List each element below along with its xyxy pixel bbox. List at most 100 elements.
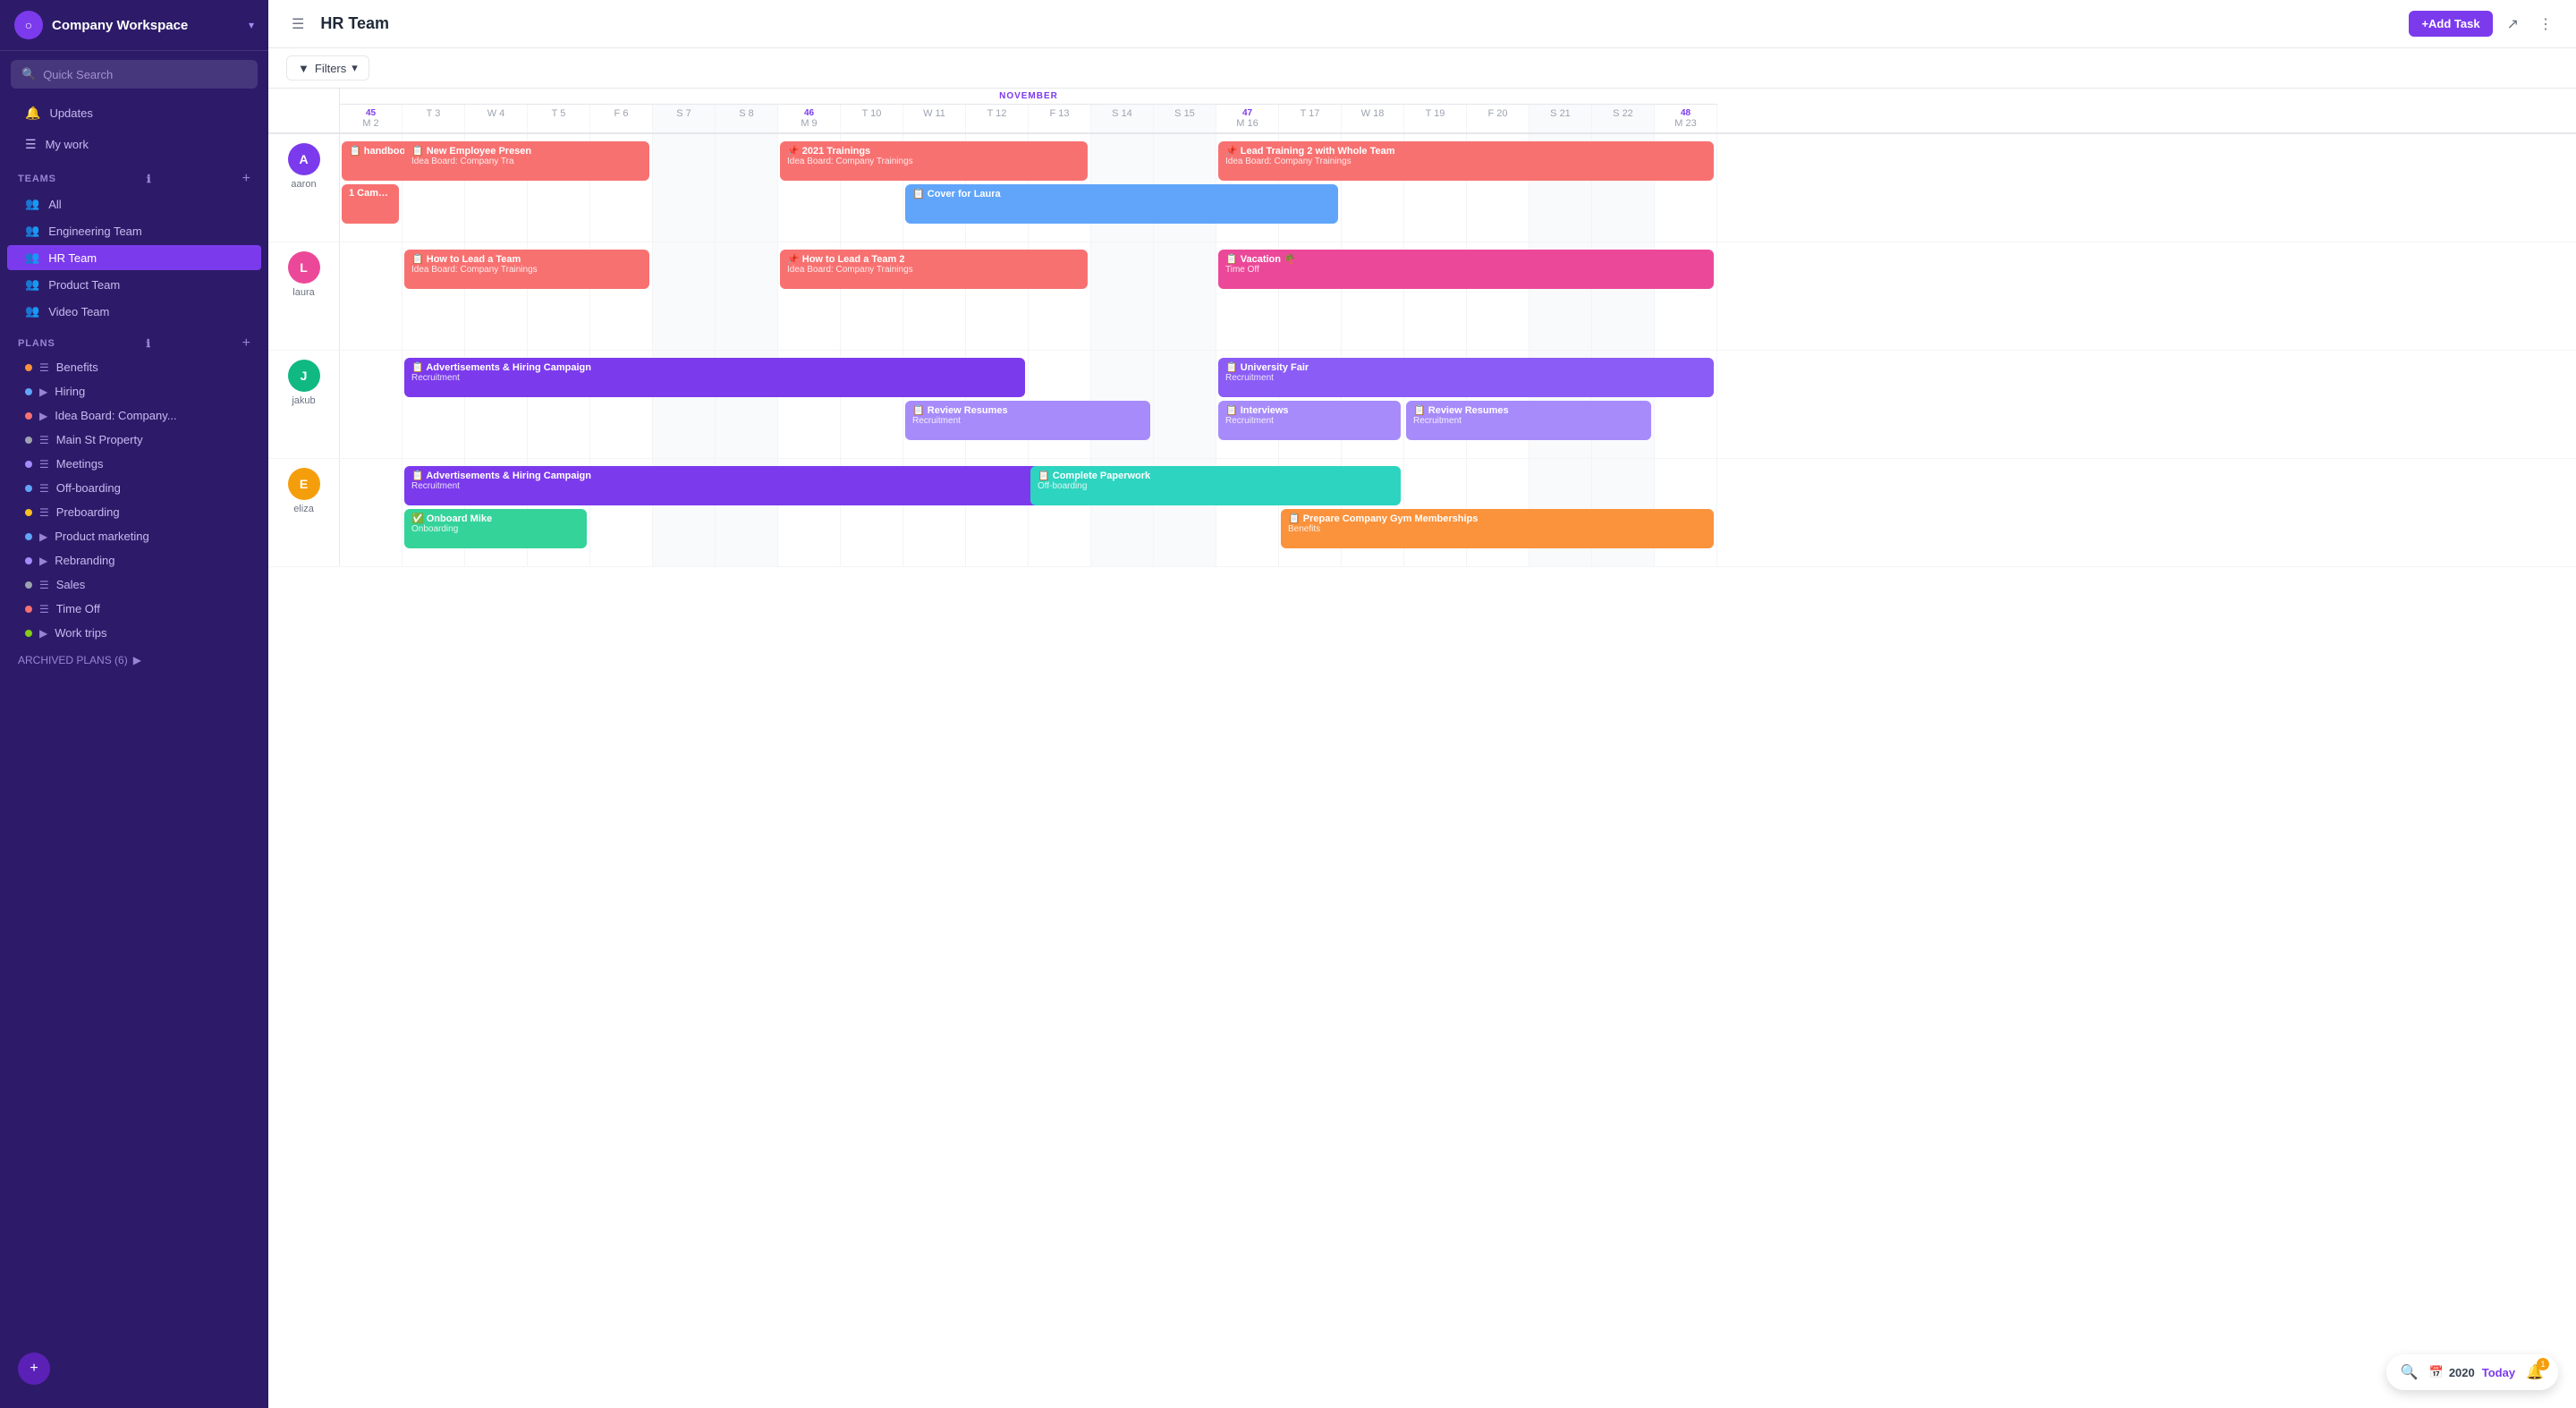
header-left: ☰ HR Team [286, 10, 389, 38]
task-bar[interactable]: 📋 Review ResumesRecruitment [905, 401, 1150, 440]
task-bar[interactable]: 📌 Lead Training 2 with Whole TeamIdea Bo… [1218, 141, 1714, 181]
users-icon: 👥 [25, 250, 39, 265]
task-bar[interactable]: 📌 How to Lead a Team 2Idea Board: Compan… [780, 250, 1088, 289]
add-task-button[interactable]: +Add Task [2409, 11, 2492, 37]
day-cell[interactable] [716, 134, 778, 242]
task-bar[interactable]: 📋 Review ResumesRecruitment [1406, 401, 1651, 440]
plan-lines-icon: ☰ [39, 361, 49, 374]
nav-item-my-work[interactable]: ☰ My work [7, 130, 261, 159]
notification-button[interactable]: 🔔 1 [2522, 1360, 2547, 1385]
plan-off-boarding-label: Off-boarding [56, 481, 121, 495]
plan-arrow-icon: ▶ [39, 555, 47, 567]
plan-rebranding[interactable]: ▶ Rebranding [7, 549, 261, 572]
task-bar[interactable]: 📋 InterviewsRecruitment [1218, 401, 1401, 440]
sidebar: ○ Company Workspace ▾ 🔍 Quick Search 🔔 U… [0, 0, 268, 1408]
today-button[interactable]: Today [2482, 1366, 2515, 1379]
archived-plans[interactable]: ARCHIVED PLANS (6) ▶ [0, 645, 268, 675]
sidebar-item-video[interactable]: 👥 Video Team [7, 299, 261, 324]
plan-idea-board[interactable]: ▶ Idea Board: Company... [7, 404, 261, 427]
chevron-down-icon: ▾ [249, 19, 254, 31]
plan-time-off[interactable]: ☰ Time Off [7, 598, 261, 620]
quick-search[interactable]: 🔍 Quick Search [11, 60, 258, 89]
year-badge: 📅 2020 [2429, 1365, 2475, 1379]
plan-work-trips-label: Work trips [55, 626, 106, 640]
day-cell[interactable] [1154, 351, 1216, 458]
sidebar-item-product[interactable]: 👥 Product Team [7, 272, 261, 297]
sidebar-item-all[interactable]: 👥 All [7, 191, 261, 216]
avatar: L [288, 251, 320, 284]
plan-lines-icon: ☰ [39, 434, 49, 446]
team-engineering-label: Engineering Team [48, 225, 142, 238]
plan-dot [25, 485, 32, 492]
task-bar[interactable]: 📋 Complete PaperworkOff-boarding [1030, 466, 1401, 505]
task-bar[interactable]: 📋 Cover for Laura [905, 184, 1338, 224]
plan-sales-label: Sales [56, 578, 86, 591]
zoom-search-button[interactable]: 🔍 [2397, 1360, 2422, 1385]
plans-section-header: PLANS ℹ + [0, 325, 268, 355]
task-bar[interactable]: 📋 How to Lead a TeamIdea Board: Company … [404, 250, 649, 289]
users-icon: 👥 [25, 197, 39, 211]
plan-benefits[interactable]: ☰ Benefits [7, 356, 261, 378]
day-cell[interactable] [716, 242, 778, 350]
plan-meetings-label: Meetings [56, 457, 104, 471]
workspace-logo: ○ [14, 11, 43, 39]
plan-meetings[interactable]: ☰ Meetings [7, 453, 261, 475]
task-bar[interactable]: ✅ Onboard MikeOnboarding [404, 509, 587, 548]
task-bar[interactable]: 📌 2021 TrainingsIdea Board: Company Trai… [780, 141, 1088, 181]
workspace-header[interactable]: ○ Company Workspace ▾ [0, 0, 268, 51]
calendar-row: Aaaron📋 handboo...1 Campu...📋 New Employ… [268, 134, 2576, 242]
calendar-container[interactable]: NOVEMBER45M 2T 3W 4T 5F 6S 7S 846M 9T 10… [268, 89, 2576, 1408]
day-cell[interactable] [653, 134, 716, 242]
day-cell[interactable] [340, 351, 402, 458]
filter-button[interactable]: ▼ Filters ▾ [286, 55, 369, 81]
plan-rebranding-label: Rebranding [55, 554, 114, 567]
nav-updates-label: Updates [49, 106, 92, 120]
team-all-label: All [48, 198, 61, 211]
day-cell[interactable] [1091, 242, 1154, 350]
year-label: 2020 [2449, 1366, 2475, 1379]
plan-lines-icon: ☰ [39, 458, 49, 471]
task-bar[interactable]: 1 Campu... [342, 184, 399, 224]
add-team-button[interactable]: + [242, 171, 250, 187]
add-plan-button[interactable]: + [242, 335, 250, 352]
day-cell[interactable] [340, 459, 402, 566]
plan-off-boarding[interactable]: ☰ Off-boarding [7, 477, 261, 499]
plan-sales[interactable]: ☰ Sales [7, 573, 261, 596]
plan-main-st[interactable]: ☰ Main St Property [7, 428, 261, 451]
task-bar[interactable]: 📋 University FairRecruitment [1218, 358, 1714, 397]
filter-label: Filters [315, 62, 346, 75]
plan-lines-icon: ☰ [39, 482, 49, 495]
share-button[interactable]: ↗ [2502, 10, 2524, 38]
plan-work-trips[interactable]: ▶ Work trips [7, 622, 261, 644]
teams-info-icon: ℹ [147, 173, 151, 185]
task-bar[interactable]: 📋 New Employee PresenIdea Board: Company… [404, 141, 649, 181]
user-avatar-add[interactable]: + [18, 1353, 50, 1385]
task-bar[interactable]: 📋 Prepare Company Gym MembershipsBenefit… [1281, 509, 1714, 548]
plan-idea-board-label: Idea Board: Company... [55, 409, 176, 422]
plan-arrow-icon: ▶ [39, 530, 47, 543]
sidebar-item-engineering[interactable]: 👥 Engineering Team [7, 218, 261, 243]
calendar-icon: 📅 [2429, 1365, 2444, 1379]
team-video-label: Video Team [48, 305, 109, 318]
task-bar[interactable]: 📋 Advertisements & Hiring CampaignRecrui… [404, 466, 1088, 505]
day-cell[interactable] [340, 242, 402, 350]
plan-dot [25, 461, 32, 468]
plan-dot [25, 437, 32, 444]
hamburger-button[interactable]: ☰ [286, 10, 309, 38]
day-cell[interactable] [653, 242, 716, 350]
more-options-button[interactable]: ⋮ [2533, 10, 2558, 38]
list-icon: ☰ [25, 137, 37, 152]
calendar-row: Jjakub📋 Advertisements & Hiring Campaign… [268, 351, 2576, 459]
sidebar-item-hr[interactable]: 👥 HR Team [7, 245, 261, 270]
search-placeholder: Quick Search [43, 68, 113, 81]
workspace-title: Company Workspace [52, 18, 249, 33]
plan-preboarding[interactable]: ☰ Preboarding [7, 501, 261, 523]
day-cell[interactable] [1154, 242, 1216, 350]
plan-product-marketing[interactable]: ▶ Product marketing [7, 525, 261, 547]
plan-hiring[interactable]: ▶ Hiring [7, 380, 261, 403]
task-bar[interactable]: 📋 Advertisements & Hiring CampaignRecrui… [404, 358, 1025, 397]
plan-preboarding-label: Preboarding [56, 505, 120, 519]
avatar: A [288, 143, 320, 175]
task-bar[interactable]: 📋 Vacation 🌴Time Off [1218, 250, 1714, 289]
nav-item-updates[interactable]: 🔔 Updates [7, 98, 261, 128]
